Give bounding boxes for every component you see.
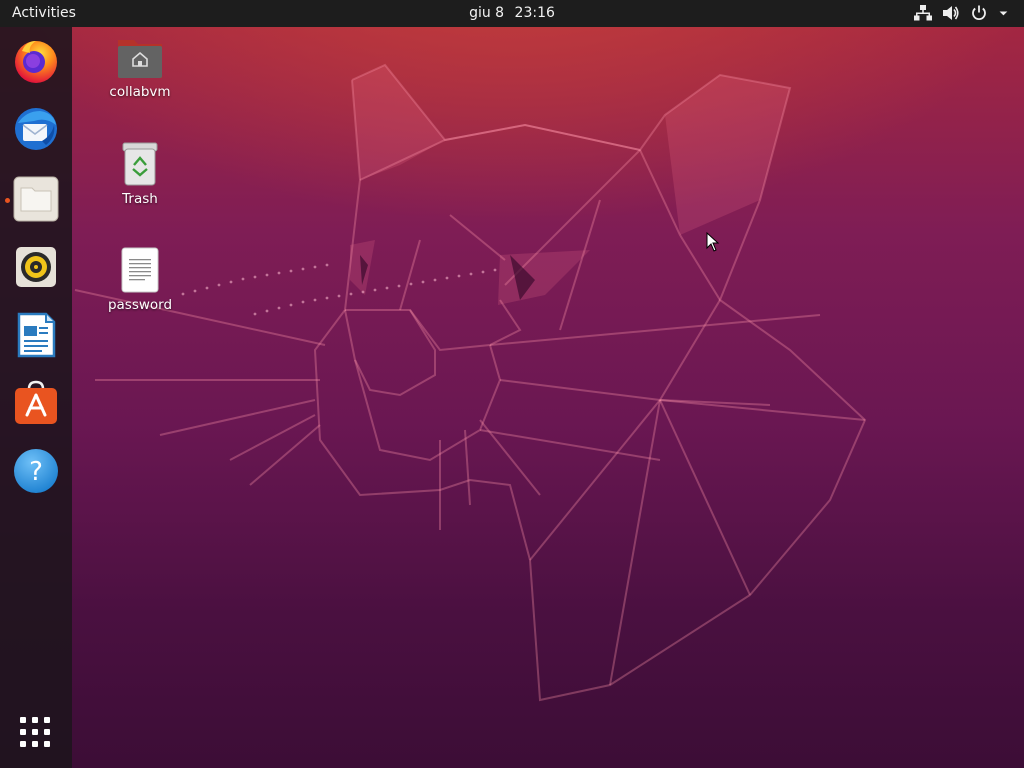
desktop-icon-label: Trash [122, 191, 158, 207]
dock-item-ubuntu-software[interactable] [12, 379, 60, 427]
dock-item-firefox[interactable] [12, 37, 60, 85]
writer-icon [17, 312, 56, 358]
help-icon: ? [14, 449, 58, 493]
software-icon [15, 380, 57, 424]
home-folder-icon [118, 40, 162, 78]
mouse-pointer-icon [706, 232, 720, 252]
trash-icon [122, 142, 158, 186]
dock-item-help[interactable]: ? [12, 447, 60, 495]
top-bar: Activities giu 8 23:16 [0, 0, 1024, 27]
desktop-icon-password[interactable]: password [95, 247, 185, 313]
svg-text:?: ? [29, 457, 43, 487]
running-indicator [5, 198, 10, 203]
firefox-icon [15, 41, 57, 83]
dock-item-files[interactable] [12, 175, 60, 223]
system-menu-chevron-icon[interactable] [998, 4, 1012, 22]
rhythmbox-icon [16, 247, 56, 287]
wallpaper-focal-fossa [74, 63, 867, 702]
clock-date: giu 8 [469, 5, 505, 21]
desktop-icon-home[interactable]: collabvm [95, 36, 185, 100]
system-tray[interactable] [914, 4, 1012, 22]
desktop-icon-label: collabvm [109, 84, 171, 100]
clock-button[interactable]: giu 8 23:16 [0, 5, 1024, 21]
dock-item-rhythmbox[interactable] [12, 243, 60, 291]
show-applications-button[interactable] [20, 717, 52, 749]
text-file-icon [121, 247, 159, 293]
desktop-icon-trash[interactable]: Trash [95, 141, 185, 207]
dock-item-writer[interactable] [12, 311, 60, 359]
volume-icon[interactable] [942, 4, 960, 22]
dock-item-thunderbird[interactable] [12, 105, 60, 153]
desktop-icon-label: password [107, 297, 173, 313]
power-icon[interactable] [970, 4, 988, 22]
clock-time: 23:16 [514, 5, 555, 21]
thunderbird-icon [15, 108, 57, 150]
dock: ? [0, 27, 72, 768]
desktop-screen: Activities giu 8 23:16 ? collabvm Trash … [0, 0, 1024, 768]
files-icon [13, 176, 59, 222]
network-wired-icon[interactable] [914, 4, 932, 22]
